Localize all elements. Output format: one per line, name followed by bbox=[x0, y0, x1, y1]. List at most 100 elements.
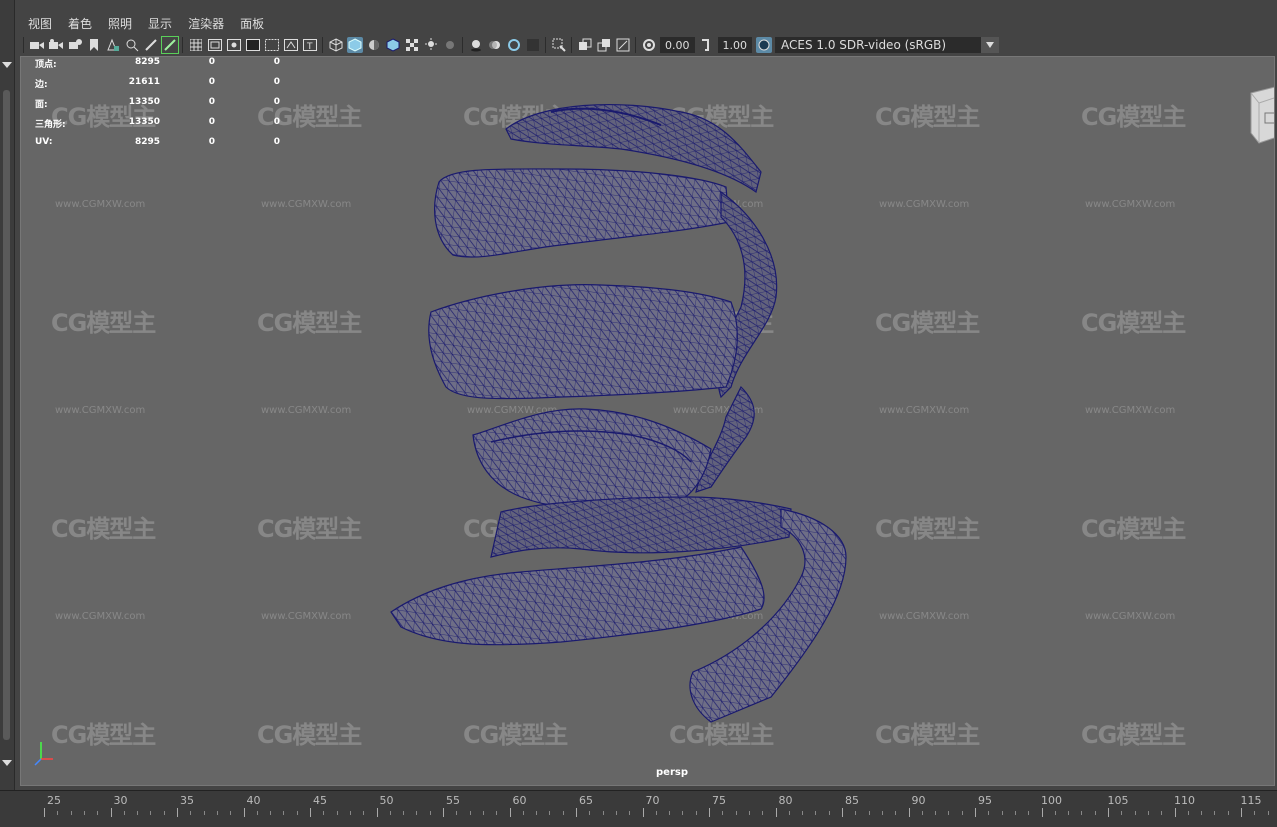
grease-pencil-icon[interactable] bbox=[143, 37, 159, 53]
view-cube[interactable] bbox=[1243, 85, 1275, 145]
frame-tick-minor bbox=[496, 811, 498, 815]
frame-tick-minor bbox=[1147, 811, 1149, 815]
pencil-icon[interactable] bbox=[160, 36, 179, 54]
frame-label: 115 bbox=[1240, 794, 1262, 807]
frame-tick-minor bbox=[748, 811, 750, 815]
frame-label: 65 bbox=[579, 794, 593, 807]
menu-shading[interactable]: 着色 bbox=[68, 15, 92, 32]
safe-title-icon[interactable]: T bbox=[302, 37, 318, 53]
frame-tick-minor bbox=[389, 811, 391, 815]
lights-icon[interactable] bbox=[423, 37, 439, 53]
frame-label: 25 bbox=[47, 794, 61, 807]
gamma-field[interactable]: 1.00 bbox=[717, 37, 752, 53]
motion-blur-icon[interactable] bbox=[487, 37, 503, 53]
frame-label: 95 bbox=[978, 794, 992, 807]
gamma-icon[interactable] bbox=[698, 37, 714, 53]
frame-tick-minor bbox=[270, 811, 272, 815]
safe-action-icon[interactable] bbox=[283, 37, 299, 53]
camera-attributes-icon[interactable] bbox=[48, 37, 64, 53]
view-transform-value: ACES 1.0 SDR-video (sRGB) bbox=[781, 38, 947, 52]
frame-tick-minor bbox=[961, 811, 963, 815]
frame-tick-minor bbox=[988, 811, 990, 815]
frame-tick-minor bbox=[349, 811, 351, 815]
xray-components-icon[interactable] bbox=[615, 37, 631, 53]
frame-tick-minor bbox=[283, 811, 285, 815]
frame-tick-minor bbox=[190, 811, 192, 815]
textured-icon[interactable] bbox=[404, 37, 420, 53]
scrollbar[interactable] bbox=[3, 90, 10, 740]
frame-tick-minor bbox=[230, 811, 232, 815]
frame-tick bbox=[709, 808, 710, 817]
frame-tick bbox=[975, 808, 976, 817]
view-transform-dropdown[interactable]: ACES 1.0 SDR-video (sRGB) bbox=[775, 37, 999, 53]
frame-label: 90 bbox=[911, 794, 926, 807]
collapse-arrow-icon[interactable] bbox=[2, 62, 12, 68]
resolution-gate-icon[interactable] bbox=[226, 37, 242, 53]
frame-tick-minor bbox=[429, 811, 431, 815]
frame-label: 80 bbox=[778, 794, 793, 807]
time-slider[interactable]: 25 30 35 40 45 50 55 60 65 70 75 80 85 90 95 100 105 110 1… bbox=[0, 790, 1277, 827]
frame-label: 35 bbox=[180, 794, 194, 807]
frame-tick-minor bbox=[855, 811, 857, 815]
gate-mask-icon[interactable] bbox=[245, 37, 261, 53]
xray-joints-icon[interactable] bbox=[596, 37, 612, 53]
shadows-icon[interactable] bbox=[442, 37, 458, 53]
menu-show[interactable]: 显示 bbox=[148, 15, 172, 32]
default-material-icon[interactable] bbox=[366, 37, 382, 53]
frame-tick-minor bbox=[589, 811, 591, 815]
isolate-select-icon[interactable] bbox=[551, 37, 567, 53]
image-plane-icon[interactable] bbox=[105, 37, 121, 53]
frame-label: 85 bbox=[845, 794, 859, 807]
frame-tick-minor bbox=[722, 811, 724, 815]
exposure-field[interactable]: 0.00 bbox=[660, 37, 695, 53]
menu-renderer[interactable]: 渲染器 bbox=[188, 15, 224, 32]
frame-tick-minor bbox=[1068, 811, 1070, 815]
frame-tick bbox=[44, 808, 45, 817]
exposure-icon[interactable] bbox=[641, 37, 657, 53]
frame-label: 100 bbox=[1041, 794, 1062, 807]
expand-arrow-icon[interactable] bbox=[2, 760, 12, 766]
perspective-viewport[interactable]: CG模型主 www.CGMXW.com CG模型主 www.CGMXW.com CG模型… bbox=[20, 56, 1275, 786]
frame-tick-minor bbox=[868, 811, 870, 815]
frame-tick-minor bbox=[802, 811, 804, 815]
xray-icon[interactable] bbox=[577, 37, 593, 53]
panel-toolbar: T 0.00 1.00 ACES 1.0 SDR-video (sRGB) bbox=[20, 34, 1277, 56]
film-gate-icon[interactable] bbox=[207, 37, 223, 53]
frame-tick-minor bbox=[1121, 811, 1123, 815]
frame-tick bbox=[775, 808, 777, 817]
wireframe-mesh[interactable] bbox=[21, 57, 1274, 785]
frame-tick-minor bbox=[921, 811, 923, 815]
frame-tick-minor bbox=[669, 811, 671, 815]
frame-tick-minor bbox=[363, 811, 365, 815]
frame-tick-minor bbox=[815, 811, 817, 815]
menu-lighting[interactable]: 照明 bbox=[108, 15, 132, 32]
color-management-icon[interactable] bbox=[755, 37, 772, 53]
wireframe-icon[interactable] bbox=[328, 37, 344, 53]
frame-tick-minor bbox=[70, 811, 72, 815]
panel-menubar: 视图 着色 照明 显示 渲染器 面板 bbox=[20, 12, 1277, 34]
bookmark-camera-icon[interactable] bbox=[67, 37, 83, 53]
frame-label: 60 bbox=[512, 794, 527, 807]
frame-tick-minor bbox=[163, 811, 165, 815]
anti-aliasing-icon[interactable] bbox=[506, 37, 522, 53]
field-chart-icon[interactable] bbox=[264, 37, 280, 53]
frame-tick-minor bbox=[123, 811, 125, 815]
grid-icon[interactable] bbox=[188, 37, 204, 53]
svg-text:T: T bbox=[306, 42, 313, 51]
select-camera-icon[interactable] bbox=[29, 37, 45, 53]
bookmark-icon[interactable] bbox=[86, 37, 102, 53]
frame-tick-minor bbox=[1001, 811, 1003, 815]
wireframe-on-shaded-icon[interactable] bbox=[385, 37, 401, 53]
2d-pan-zoom-icon[interactable] bbox=[124, 37, 140, 53]
ambient-occlusion-icon[interactable] bbox=[468, 37, 484, 53]
smooth-shade-icon[interactable] bbox=[346, 37, 363, 53]
menu-panels[interactable]: 面板 bbox=[240, 15, 264, 32]
frame-tick bbox=[310, 808, 311, 817]
frame-tick-minor bbox=[522, 811, 524, 815]
depth-of-field-icon[interactable] bbox=[525, 37, 541, 53]
frame-tick-minor bbox=[1081, 811, 1083, 815]
frame-tick-minor bbox=[655, 811, 657, 815]
frame-tick bbox=[443, 808, 444, 817]
menu-view[interactable]: 视图 bbox=[28, 15, 52, 32]
frame-tick-minor bbox=[97, 811, 99, 815]
